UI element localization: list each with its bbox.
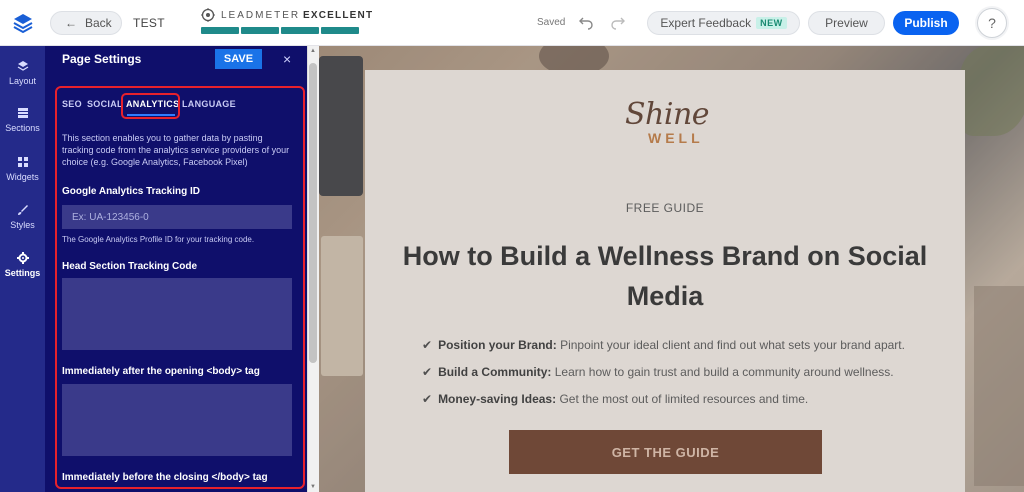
page-name[interactable]: TEST (133, 16, 165, 30)
rail-item-label: Sections (5, 123, 40, 133)
leadmeter[interactable]: LEADMETER EXCELLENT (201, 8, 372, 38)
leadpages-logo-icon[interactable] (12, 12, 34, 34)
rail-item-layout[interactable]: Layout (0, 60, 45, 98)
preview-button[interactable]: Preview (808, 11, 885, 35)
leadmeter-value: EXCELLENT (303, 10, 374, 21)
arrow-left-icon: ← (65, 16, 77, 30)
rail-item-widgets[interactable]: Widgets (0, 156, 45, 194)
rail-item-label: Settings (4, 268, 41, 278)
scroll-down-icon[interactable]: ▼ (310, 484, 316, 490)
rail-item-label: Layout (8, 76, 37, 86)
save-button[interactable]: SAVE (215, 49, 262, 69)
back-button-label: Back (85, 16, 112, 30)
leadmeter-bar (201, 27, 239, 34)
widgets-icon (17, 157, 28, 167)
tab-highlight-annotation (121, 93, 180, 119)
leadmeter-bar (321, 27, 359, 34)
body-open-textarea[interactable] (62, 384, 292, 456)
tab-social[interactable]: SOCIAL (87, 99, 123, 109)
rail-item-label: Styles (10, 220, 35, 230)
leadmeter-label: LEADMETER (221, 10, 301, 21)
body-open-label: Immediately after the opening <body> tag (62, 366, 260, 377)
rail-item-settings[interactable]: Settings (0, 252, 45, 290)
leadmeter-bars (201, 27, 359, 34)
new-badge: NEW (756, 17, 787, 29)
tab-seo[interactable]: SEO (62, 99, 82, 109)
gear-icon (16, 252, 29, 264)
ga-tracking-help: The Google Analytics Profile ID for your… (62, 235, 255, 244)
top-bar: ← Back TEST LEADMETER EXCELLENT Saved Ex… (0, 0, 1024, 46)
publish-button[interactable]: Publish (893, 11, 959, 35)
redo-icon[interactable] (610, 14, 626, 30)
leadmeter-bar (281, 27, 319, 34)
rail-item-label: Widgets (6, 172, 39, 182)
scroll-up-icon[interactable]: ▲ (310, 48, 316, 54)
head-code-textarea[interactable] (62, 278, 292, 350)
panel-title: Page Settings (62, 52, 142, 66)
head-code-label: Head Section Tracking Code (62, 261, 198, 272)
help-button[interactable]: ? (977, 8, 1007, 38)
leadmeter-bar (241, 27, 279, 34)
saved-status: Saved (537, 17, 566, 28)
analytics-intro-text: This section enables you to gather data … (62, 133, 290, 167)
undo-icon[interactable] (578, 14, 594, 30)
layers-icon (17, 61, 28, 71)
body-close-label: Immediately before the closing </body> t… (62, 472, 268, 483)
close-icon[interactable]: × (283, 51, 291, 67)
rail-item-sections[interactable]: Sections (0, 107, 45, 145)
expert-feedback-label: Expert Feedback (660, 16, 752, 30)
expert-feedback-button[interactable]: Expert Feedback NEW (647, 11, 800, 35)
sections-icon (17, 108, 28, 118)
leadmeter-target-icon (201, 8, 215, 22)
left-rail: Layout Sections Widgets Styles Settings (0, 46, 45, 492)
tab-language[interactable]: LANGUAGE (182, 99, 236, 109)
back-button[interactable]: ← Back (50, 11, 122, 35)
canvas-dim-overlay (319, 46, 1024, 492)
ga-tracking-label: Google Analytics Tracking ID (62, 186, 200, 197)
